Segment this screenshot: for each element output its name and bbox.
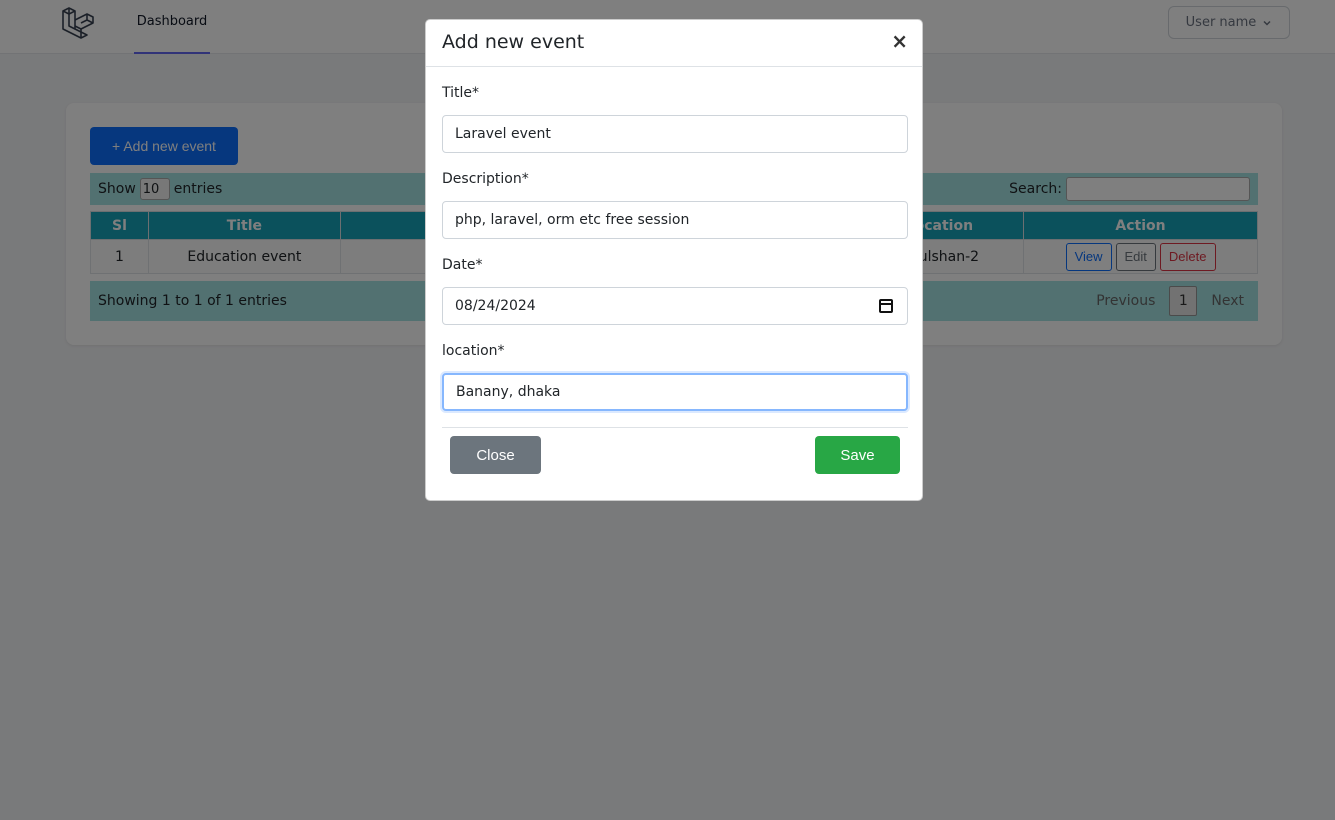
modal-title: Add new event xyxy=(442,31,585,53)
modal-footer-divider xyxy=(442,427,908,428)
description-label: Description* xyxy=(442,171,529,187)
date-label: Date* xyxy=(442,257,483,273)
title-input[interactable]: Laravel event xyxy=(442,115,908,153)
calendar-icon[interactable] xyxy=(879,299,893,313)
location-label: location* xyxy=(442,343,505,359)
date-input[interactable]: 08/24/2024 xyxy=(442,287,908,325)
title-label: Title* xyxy=(442,85,480,101)
date-value: 08/24/2024 xyxy=(455,298,536,314)
close-icon[interactable]: × xyxy=(891,29,908,53)
description-input[interactable]: php, laravel, orm etc free session xyxy=(442,201,908,239)
save-button[interactable]: Save xyxy=(815,436,900,474)
location-input[interactable]: Banany, dhaka xyxy=(442,373,908,411)
modal-header: Add new event × xyxy=(426,20,922,67)
close-button[interactable]: Close xyxy=(450,436,541,474)
add-event-modal: Add new event × Title* Laravel event Des… xyxy=(425,19,923,501)
